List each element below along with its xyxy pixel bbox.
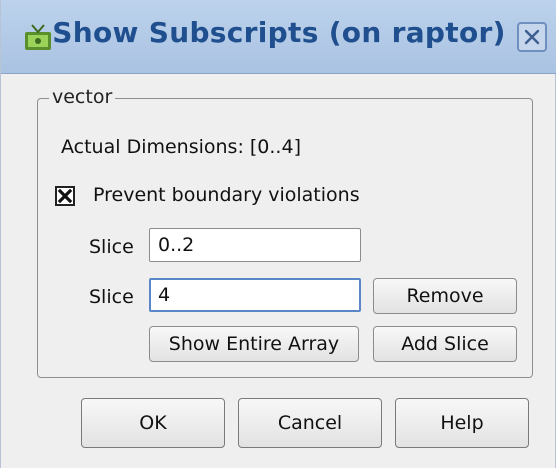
- groupbox-label: vector: [49, 86, 116, 108]
- actual-dimensions-label: Actual Dimensions: [0..4]: [61, 136, 301, 158]
- show-entire-array-button[interactable]: Show Entire Array: [149, 326, 359, 362]
- ok-button[interactable]: OK: [81, 398, 225, 448]
- cancel-button[interactable]: Cancel: [238, 398, 382, 448]
- prevent-violations-label[interactable]: Prevent boundary violations: [93, 184, 360, 206]
- title-bar[interactable]: Show Subscripts (on raptor): [1, 0, 556, 74]
- close-icon: [524, 29, 540, 45]
- slice-input-1[interactable]: 0..2: [149, 228, 361, 262]
- close-button[interactable]: [517, 22, 547, 52]
- prevent-violations-checkbox[interactable]: [55, 186, 75, 206]
- add-slice-button[interactable]: Add Slice: [373, 326, 517, 362]
- help-button[interactable]: Help: [395, 398, 529, 448]
- window-title: Show Subscripts (on raptor): [52, 16, 506, 49]
- slice-label-2: Slice: [89, 286, 134, 308]
- slice-input-2[interactable]: 4: [149, 278, 361, 312]
- check-x-icon: [57, 188, 73, 204]
- remove-button[interactable]: Remove: [373, 278, 517, 314]
- slice-label-1: Slice: [89, 236, 134, 258]
- dialog-window: Show Subscripts (on raptor) vector Actua…: [0, 0, 556, 468]
